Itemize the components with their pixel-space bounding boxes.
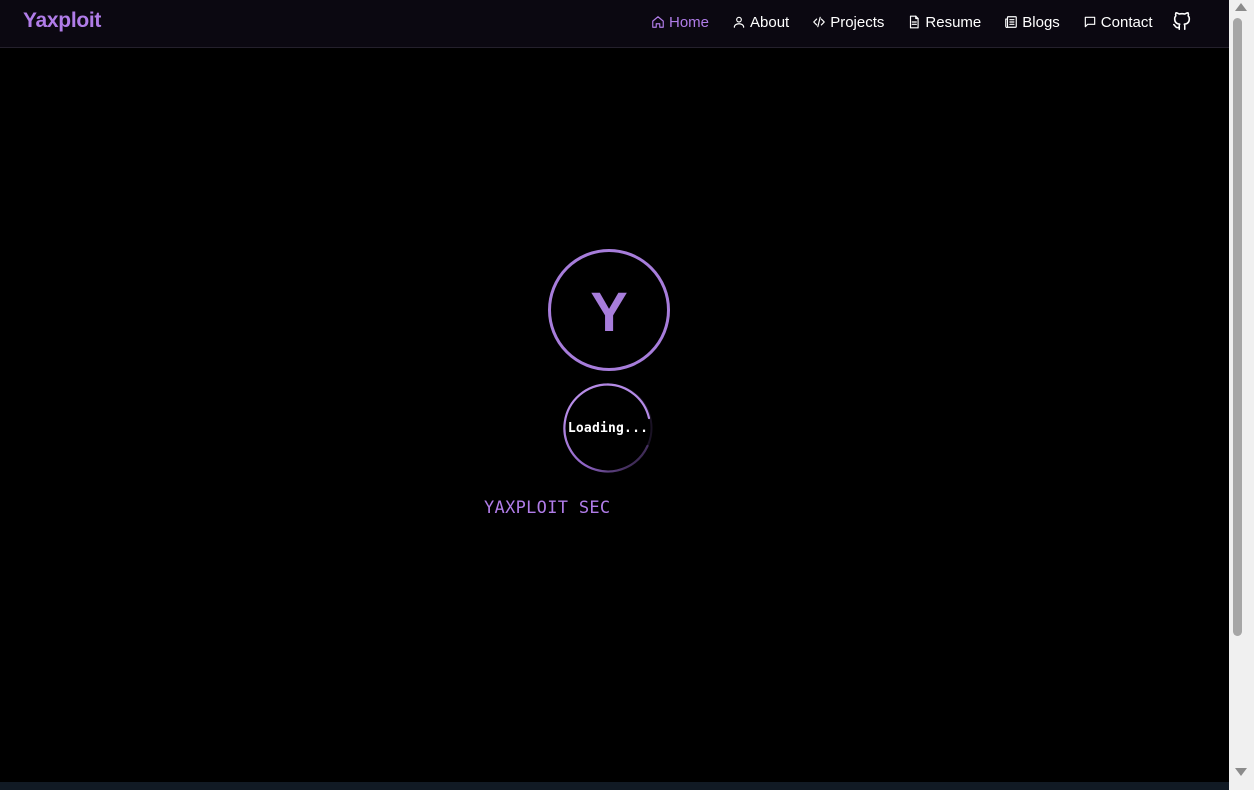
nav-item-home[interactable]: Home: [651, 14, 709, 31]
code-icon: [812, 15, 826, 29]
chat-bubble-icon: [1083, 15, 1097, 29]
vertical-scrollbar[interactable]: [1229, 0, 1254, 790]
github-link[interactable]: [1171, 9, 1193, 33]
page: Yaxploit Home About Projects Resume Blog…: [0, 0, 1229, 790]
scroll-up-arrow-icon[interactable]: [1235, 3, 1247, 11]
bottom-edge: [0, 782, 1229, 790]
nav-item-about[interactable]: About: [732, 14, 789, 31]
file-icon: [907, 15, 921, 29]
nav-item-label: Contact: [1100, 13, 1153, 31]
user-icon: [732, 15, 746, 29]
brand-logo-link[interactable]: Yaxploit: [23, 9, 101, 33]
loading-spinner: Loading...: [563, 383, 653, 473]
nav-item-resume[interactable]: Resume: [907, 14, 981, 31]
logo-circle: Y: [548, 249, 670, 371]
nav-item-label: Blogs: [1022, 13, 1060, 31]
nav-item-label: Projects: [830, 13, 885, 31]
loading-text: Loading...: [567, 420, 649, 436]
newspaper-icon: [1004, 15, 1018, 29]
home-icon: [651, 15, 665, 29]
scroll-thumb[interactable]: [1233, 18, 1242, 636]
nav-item-label: Resume: [925, 13, 982, 31]
github-icon: [1172, 12, 1191, 31]
main-nav: Home About Projects Resume Blogs Contact: [651, 11, 1176, 33]
typed-tagline: YAXPLOIT SEC: [484, 498, 611, 518]
nav-item-label: About: [750, 13, 790, 31]
nav-item-blogs[interactable]: Blogs: [1004, 14, 1060, 31]
nav-item-projects[interactable]: Projects: [812, 14, 884, 31]
nav-item-label: Home: [669, 13, 710, 31]
scroll-down-arrow-icon[interactable]: [1235, 768, 1247, 776]
nav-item-contact[interactable]: Contact: [1083, 14, 1153, 31]
navbar: Yaxploit Home About Projects Resume Blog…: [0, 0, 1229, 48]
logo-letter: Y: [590, 280, 628, 343]
